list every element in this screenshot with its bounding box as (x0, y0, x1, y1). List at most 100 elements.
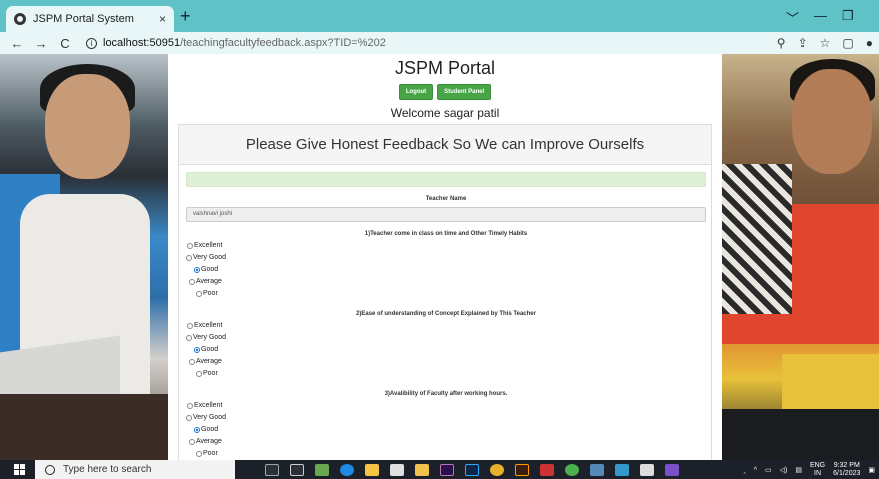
paint-app-icon[interactable] (315, 463, 329, 476)
address-bar-actions: ⚲ ⇪ ☆ ▢ ● (777, 36, 873, 50)
rating-option[interactable]: Poor (196, 370, 218, 377)
radio-button[interactable] (187, 242, 193, 249)
panel-heading: Please Give Honest Feedback So We can Im… (179, 125, 711, 165)
rating-option-label: Average (196, 438, 222, 445)
premiere-icon[interactable] (440, 463, 454, 476)
illustrator-icon[interactable] (515, 463, 529, 476)
radio-button[interactable] (187, 402, 193, 409)
taskbar-search-placeholder: Type here to search (63, 464, 152, 475)
rating-option[interactable]: Very Good (186, 334, 226, 341)
rating-option-label: Average (196, 358, 222, 365)
rating-option[interactable]: Excellent (187, 322, 222, 329)
store-icon[interactable] (415, 463, 429, 476)
rating-option-label: Excellent (194, 242, 223, 249)
rating-option[interactable]: Poor (196, 450, 218, 457)
rating-option-label: Good (201, 266, 219, 273)
zoom-icon[interactable]: ⚲ (777, 36, 786, 50)
taskbar-search[interactable]: Type here to search (35, 460, 235, 479)
rating-option-label: Good (201, 426, 219, 433)
windows-start-icon[interactable] (14, 464, 25, 475)
browser-tab[interactable]: JSPM Portal System × (6, 6, 174, 32)
sidebar-icon[interactable]: ▢ (842, 36, 853, 50)
task-view-icon[interactable] (290, 463, 304, 476)
url-path: /teachingfacultyfeedback.aspx?TID=%202 (180, 37, 386, 49)
rating-option[interactable]: Very Good (186, 254, 226, 261)
radio-button[interactable] (194, 266, 200, 273)
rating-option[interactable]: Good (194, 426, 218, 433)
rating-option[interactable]: Average (189, 438, 222, 445)
feedback-panel: Please Give Honest Feedback So We can Im… (178, 124, 712, 460)
rating-option[interactable]: Poor (196, 290, 218, 297)
lang-indicator[interactable]: ENG IN (810, 462, 825, 478)
rating-option[interactable]: Good (194, 346, 218, 353)
rating-option-label: Excellent (194, 402, 223, 409)
main-content: JSPM Portal Logout Student Panel Welcome… (168, 54, 722, 460)
student-panel-button[interactable]: Student Panel (437, 84, 492, 100)
rating-option[interactable]: Average (189, 278, 222, 285)
teacher-name-field[interactable]: vaishnavi joshi (186, 207, 706, 222)
vs-app-icon[interactable] (540, 463, 554, 476)
mic-icon[interactable] (265, 463, 279, 476)
share-icon[interactable]: ⇪ (798, 36, 808, 50)
radio-button[interactable] (186, 334, 192, 341)
bookmark-star-icon[interactable]: ☆ (820, 36, 831, 50)
browser-tab-bar: JSPM Portal System × + ﹀ — ❐ (0, 0, 879, 32)
radio-button[interactable] (194, 426, 200, 433)
address-bar: ← → C i localhost:50951/teachingfacultyf… (0, 32, 879, 54)
rating-option[interactable]: Excellent (187, 402, 222, 409)
background-photo-right (722, 54, 879, 460)
volume-icon[interactable]: ◁) (780, 466, 788, 474)
url-host: localhost:50951 (103, 37, 181, 49)
rating-option-label: Very Good (193, 334, 227, 341)
radio-button[interactable] (189, 278, 195, 285)
keyboard-icon[interactable]: ▤ (795, 466, 802, 474)
rating-option-label: Good (201, 346, 219, 353)
new-tab-button[interactable]: + (180, 6, 191, 27)
photos-icon[interactable] (640, 463, 654, 476)
radio-button[interactable] (186, 414, 192, 421)
rating-option[interactable]: Good (194, 266, 218, 273)
notification-icon[interactable]: ▣ (868, 466, 875, 474)
restore-button[interactable]: ❐ (842, 8, 854, 24)
reload-icon[interactable]: C (58, 36, 72, 51)
file-explorer-icon[interactable] (365, 463, 379, 476)
tab-title: JSPM Portal System (33, 13, 134, 25)
rating-option-label: Poor (203, 370, 218, 377)
chrome-taskbar-icon[interactable] (490, 463, 504, 476)
url-field[interactable]: localhost:50951/teachingfacultyfeedback.… (103, 37, 386, 49)
chrome-active-icon[interactable] (565, 463, 579, 476)
photoshop-icon[interactable] (465, 463, 479, 476)
minimize-button[interactable]: — (814, 8, 827, 23)
logout-button[interactable]: Logout (398, 84, 434, 100)
chevron-up-icon[interactable]: ^ (754, 467, 757, 474)
edge-icon[interactable] (340, 463, 354, 476)
page-viewport: JSPM Portal Logout Student Panel Welcome… (0, 54, 879, 460)
back-icon[interactable]: ← (10, 36, 24, 51)
people-icon[interactable]: ꞈ (743, 467, 745, 474)
rating-option[interactable]: Very Good (186, 414, 226, 421)
tab-search-icon[interactable]: ﹀ (786, 8, 799, 27)
system-tray: ꞈ ^ ▭ ◁) ▤ ENG IN 9:32 PM 6/1/2023 ▣ (743, 462, 875, 478)
radio-button[interactable] (196, 450, 202, 457)
radio-button[interactable] (196, 370, 202, 377)
forward-icon[interactable]: → (34, 36, 48, 51)
mail-icon[interactable] (390, 463, 404, 476)
radio-button[interactable] (196, 290, 202, 297)
notes-icon[interactable] (590, 463, 604, 476)
radio-button[interactable] (194, 346, 200, 353)
rating-option[interactable]: Average (189, 358, 222, 365)
radio-button[interactable] (189, 438, 195, 445)
background-photo-left (0, 54, 168, 460)
mail2-icon[interactable] (615, 463, 629, 476)
radio-button[interactable] (186, 254, 192, 261)
radio-button[interactable] (187, 322, 193, 329)
network-icon[interactable]: ▭ (765, 466, 772, 474)
visual-studio-icon[interactable] (665, 463, 679, 476)
clock[interactable]: 9:32 PM 6/1/2023 (833, 462, 860, 478)
profile-avatar[interactable]: ● (866, 36, 873, 50)
rating-option[interactable]: Excellent (187, 242, 222, 249)
radio-button[interactable] (189, 358, 195, 365)
close-tab-icon[interactable]: × (159, 12, 166, 26)
site-info-icon[interactable]: i (86, 37, 97, 49)
search-icon (45, 464, 55, 475)
